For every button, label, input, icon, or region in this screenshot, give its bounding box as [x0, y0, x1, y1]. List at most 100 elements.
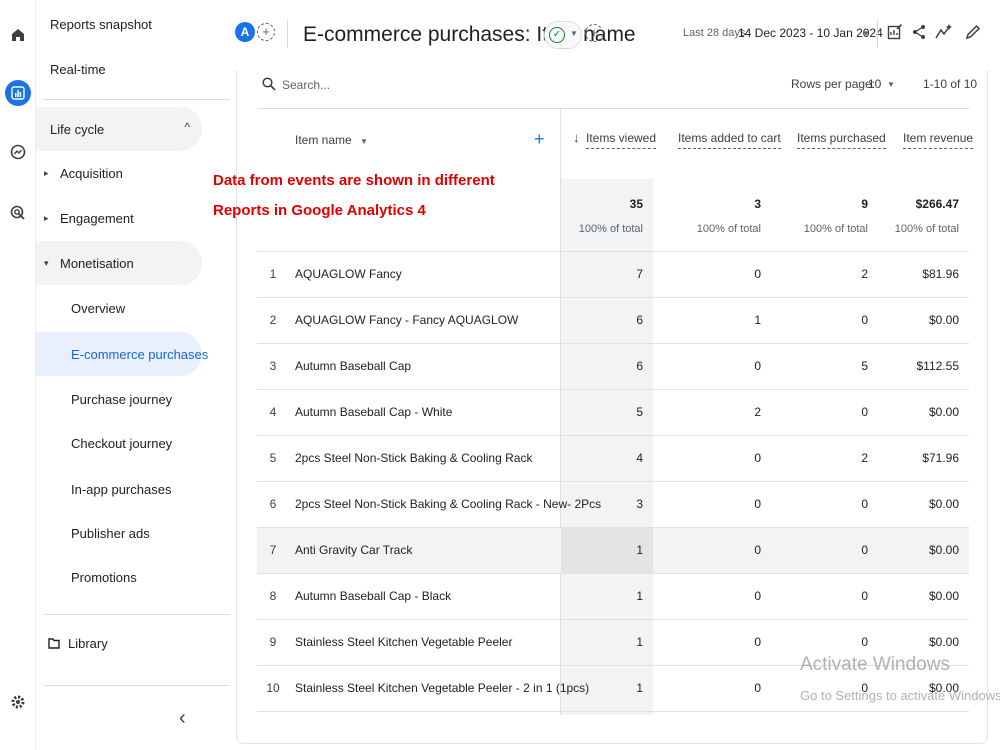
sidebar-item-label: Engagement — [60, 210, 134, 226]
table-row[interactable]: 3 Autumn Baseball Cap 6 0 5 $112.55 — [257, 344, 969, 390]
header-items-viewed[interactable]: Items viewed — [586, 131, 657, 149]
sidebar-item-overview[interactable]: Overview — [36, 286, 202, 330]
cell-value: 5 — [636, 405, 643, 419]
sidebar-item-label: Monetisation — [60, 255, 134, 271]
annotation-line: Reports in Google Analytics 4 — [213, 202, 426, 219]
sidebar-item-checkout-journey[interactable]: Checkout journey — [36, 421, 202, 465]
settings-icon[interactable] — [5, 689, 31, 715]
customize-report-icon[interactable] — [884, 20, 906, 44]
table-row[interactable]: 8 Autumn Baseball Cap - Black 1 0 0 $0.00 — [257, 574, 969, 620]
date-range-label[interactable]: Last 28 days — [683, 27, 745, 39]
cell-item-name[interactable]: Autumn Baseball Cap - Black — [295, 589, 451, 603]
chevron-down-icon: ▼ — [360, 137, 368, 146]
sidebar-item-reports-snapshot[interactable]: Reports snapshot — [50, 17, 152, 32]
total-items-added: 3 — [754, 197, 761, 211]
add-filter-icon[interactable]: + — [585, 24, 603, 42]
cell-row-index: 4 — [269, 405, 277, 419]
cell-items-viewed: 1 — [561, 574, 653, 620]
cell-items-purchased: 0 — [861, 589, 868, 603]
table-row[interactable]: 4 Autumn Baseball Cap - White 5 2 0 $0.00 — [257, 390, 969, 436]
sidebar-section-lifecycle[interactable]: Life cycle ^ — [36, 107, 202, 151]
cell-row-index: 6 — [269, 497, 277, 511]
cell-items-added: 0 — [754, 589, 761, 603]
caret-down-icon: ▾ — [44, 257, 49, 268]
cell-item-name[interactable]: AQUAGLOW Fancy — [295, 267, 402, 281]
windows-watermark-title: Activate Windows — [800, 654, 950, 675]
cell-item-revenue: $0.00 — [928, 543, 959, 557]
share-icon[interactable] — [908, 20, 930, 44]
dimension-header[interactable]: Item name ▼ — [295, 133, 368, 147]
cell-items-added: 0 — [754, 681, 761, 695]
table-row[interactable]: 1 AQUAGLOW Fancy 7 0 2 $81.96 — [257, 252, 969, 298]
cell-row-index: 9 — [269, 635, 277, 649]
sidebar-item-realtime[interactable]: Real-time — [50, 62, 106, 77]
table-row[interactable]: 7 Anti Gravity Car Track 1 0 0 $0.00 — [257, 528, 969, 574]
cell-items-viewed: 3 — [561, 482, 653, 528]
sidebar-item-monetisation[interactable]: ▾ Monetisation — [36, 241, 202, 285]
windows-watermark-subtitle: Go to Settings to activate Windows. — [800, 688, 1000, 703]
sidebar-section-label: Life cycle — [50, 121, 105, 137]
total-items-viewed: 35 — [629, 197, 643, 211]
cell-item-name[interactable]: Anti Gravity Car Track — [295, 543, 412, 557]
header-items-purchased[interactable]: Items purchased — [797, 131, 886, 149]
chevron-down-icon: ▼ — [570, 29, 578, 38]
header-item-revenue[interactable]: Item revenue — [903, 131, 974, 149]
cell-item-name[interactable]: Stainless Steel Kitchen Vegetable Peeler… — [295, 681, 589, 695]
cell-item-name[interactable]: 2pcs Steel Non-Stick Baking & Cooling Ra… — [295, 497, 601, 511]
cell-item-name[interactable]: AQUAGLOW Fancy - Fancy AQUAGLOW — [295, 313, 518, 327]
insights-icon[interactable] — [933, 20, 955, 44]
check-circle-icon: ✓ — [549, 27, 565, 43]
cell-row-index: 8 — [269, 589, 277, 603]
sidebar-item-publisher-ads[interactable]: Publisher ads — [36, 511, 202, 555]
cell-items-added: 1 — [754, 313, 761, 327]
cell-items-added: 0 — [754, 635, 761, 649]
search-input[interactable] — [282, 76, 582, 94]
report-header: A + E-commerce purchases: Item name ✓ ▼ … — [204, 0, 1000, 70]
sidebar-item-ecommerce-purchases[interactable]: E-commerce purchases — [36, 332, 208, 376]
cell-item-name[interactable]: Autumn Baseball Cap — [295, 359, 411, 373]
chevron-down-icon[interactable]: ▼ — [862, 29, 870, 38]
sidebar-item-acquisition[interactable]: ▸ Acquisition — [36, 151, 202, 195]
cell-item-name[interactable]: Autumn Baseball Cap - White — [295, 405, 452, 419]
comparison-avatar[interactable]: A — [235, 22, 255, 42]
home-icon[interactable] — [5, 22, 31, 48]
cell-value: 1 — [636, 589, 643, 603]
row-divider — [257, 711, 969, 712]
add-comparison-icon[interactable]: + — [257, 23, 275, 41]
cell-row-index: 1 — [269, 267, 277, 281]
sidebar-item-promotions[interactable]: Promotions — [36, 555, 202, 599]
sort-down-icon[interactable]: ↓ — [573, 130, 580, 145]
cell-item-name[interactable]: 2pcs Steel Non-Stick Baking & Cooling Ra… — [295, 451, 532, 465]
cell-items-purchased: 0 — [861, 313, 868, 327]
sidebar-item-purchase-journey[interactable]: Purchase journey — [36, 377, 202, 421]
rows-per-page-select[interactable]: 10 — [868, 77, 881, 91]
cell-value: 7 — [636, 267, 643, 281]
add-dimension-button[interactable]: + — [534, 129, 545, 150]
cell-value: 1 — [636, 543, 643, 557]
table-row[interactable]: 6 2pcs Steel Non-Stick Baking & Cooling R… — [257, 482, 969, 528]
sidebar-item-label: In-app purchases — [71, 481, 172, 497]
cell-value: 4 — [636, 451, 643, 465]
header-items-added-to-cart[interactable]: Items added to cart — [678, 131, 781, 149]
chevron-down-icon[interactable]: ▼ — [887, 80, 895, 89]
explore-icon[interactable] — [5, 139, 31, 165]
edit-icon[interactable] — [962, 20, 984, 44]
sidebar-item-library[interactable]: Library — [36, 621, 202, 665]
sidebar-item-engagement[interactable]: ▸ Engagement — [36, 196, 202, 240]
sidebar-item-in-app-purchases[interactable]: In-app purchases — [36, 467, 202, 511]
table-row[interactable]: 5 2pcs Steel Non-Stick Baking & Cooling R… — [257, 436, 969, 482]
table-row[interactable]: 2 AQUAGLOW Fancy - Fancy AQUAGLOW 6 1 0 $0.00 — [257, 298, 969, 344]
cell-items-viewed: 6 — [561, 344, 653, 390]
cell-items-viewed: 5 — [561, 390, 653, 436]
advertising-icon[interactable] — [5, 200, 31, 226]
dimension-header-label: Item name — [295, 133, 352, 147]
collapse-sidebar-button[interactable]: ‹ — [179, 707, 186, 730]
cell-items-purchased: 0 — [861, 635, 868, 649]
header-divider — [287, 20, 288, 48]
reports-icon[interactable] — [5, 80, 31, 106]
cell-value: 1 — [636, 635, 643, 649]
cell-item-name[interactable]: Stainless Steel Kitchen Vegetable Peeler — [295, 635, 512, 649]
data-quality-button[interactable]: ✓ ▼ — [544, 21, 582, 49]
cell-item-revenue: $0.00 — [928, 497, 959, 511]
sidebar-divider — [44, 614, 230, 615]
